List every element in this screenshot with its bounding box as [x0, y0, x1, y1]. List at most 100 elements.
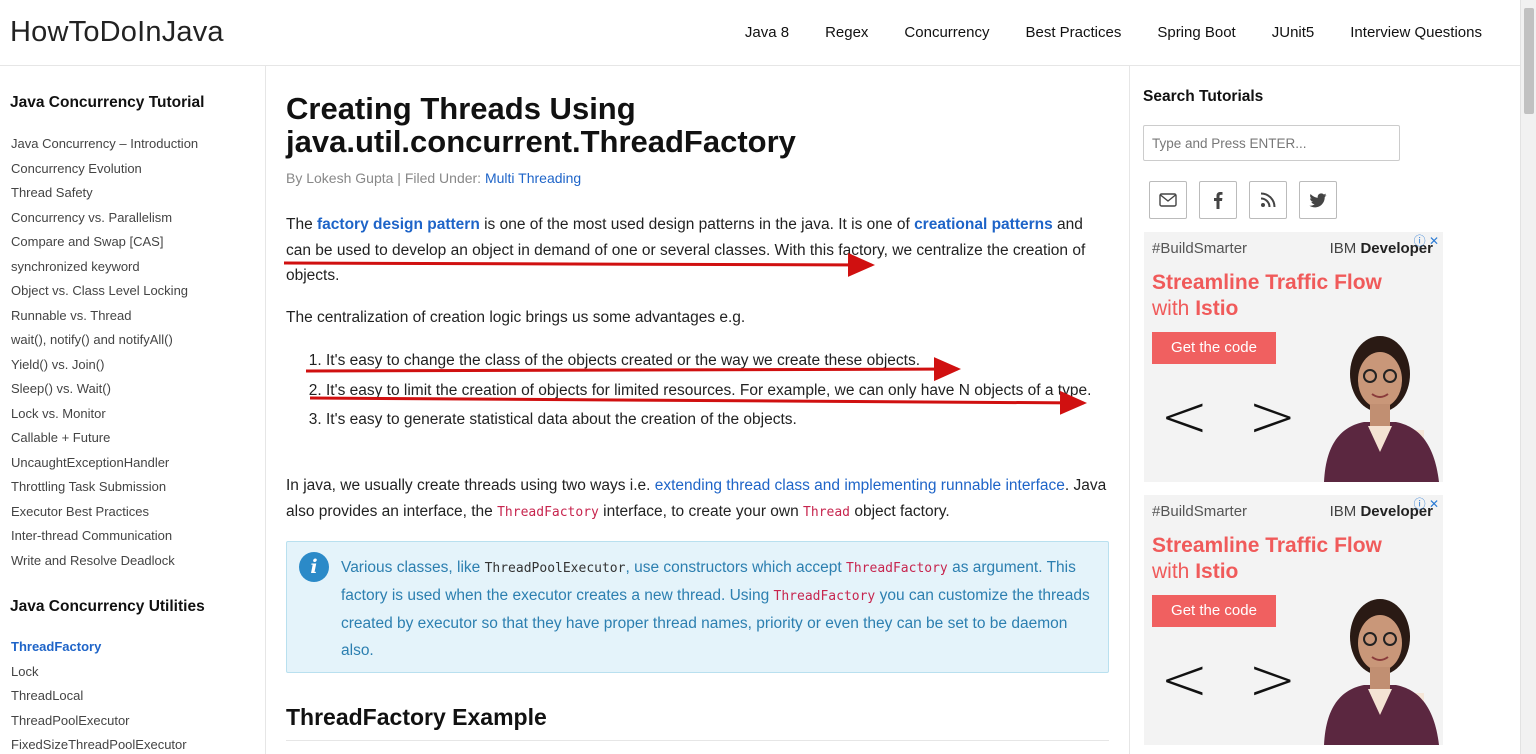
facebook-button[interactable]: [1199, 181, 1237, 219]
sidebar-item[interactable]: Object vs. Class Level Locking: [11, 279, 198, 304]
sidebar-item[interactable]: Write and Resolve Deadlock: [11, 549, 198, 574]
section-heading: ThreadFactory Example: [286, 704, 547, 730]
sidebar-item[interactable]: ThreadPoolExecutor: [11, 709, 187, 734]
page-title: Creating Threads Using java.util.concurr…: [286, 92, 1106, 158]
ad-prev-icon[interactable]: <: [1160, 645, 1209, 713]
twitter-icon: [1309, 192, 1327, 207]
nav-spring-boot[interactable]: Spring Boot: [1157, 24, 1235, 41]
sidebar-item[interactable]: Lock vs. Monitor: [11, 402, 198, 427]
code-threadfactory: ThreadFactory: [497, 504, 599, 520]
sidebar-item[interactable]: Lock: [11, 660, 187, 685]
sidebar-item[interactable]: Concurrency vs. Parallelism: [11, 206, 198, 231]
ad-headline-line1: Streamline Traffic Flow: [1152, 534, 1382, 557]
right-sidebar: Search Tutorials #BuildSmarter IBM Devel…: [1129, 66, 1504, 754]
text: The: [286, 216, 318, 233]
utilities-list: ThreadFactory Lock ThreadLocal ThreadPoo…: [11, 635, 187, 754]
divider: [286, 740, 1109, 741]
ad-person-image: [1324, 599, 1439, 745]
sidebar-item[interactable]: Executor Best Practices: [11, 500, 198, 525]
rss-button[interactable]: [1249, 181, 1287, 219]
tutorial-list: Java Concurrency – Introduction Concurre…: [11, 132, 198, 573]
ad-close-icon[interactable]: ⓘ ✕: [1414, 232, 1439, 249]
sidebar-item[interactable]: ThreadLocal: [11, 684, 187, 709]
ad-prev-icon[interactable]: <: [1160, 382, 1209, 450]
twitter-button[interactable]: [1299, 181, 1337, 219]
ad-brand-prefix: IBM: [1329, 240, 1361, 257]
sidebar-item[interactable]: wait(), notify() and notifyAll(): [11, 328, 198, 353]
sidebar-item[interactable]: Callable + Future: [11, 426, 198, 451]
sidebar-item[interactable]: Yield() vs. Join(): [11, 353, 198, 378]
sidebar-item[interactable]: synchronized keyword: [11, 255, 198, 280]
nav-best-practices[interactable]: Best Practices: [1025, 24, 1121, 41]
scrollbar-thumb[interactable]: [1524, 8, 1534, 114]
article: Creating Threads Using java.util.concurr…: [286, 66, 1110, 754]
top-nav: Java 8 Regex Concurrency Best Practices …: [709, 24, 1482, 41]
list-item: It's easy to change the class of the obj…: [326, 348, 1098, 374]
paragraph-3: In java, we usually create threads using…: [286, 473, 1110, 525]
ad-headline: Streamline Traffic Flow with Istio: [1152, 270, 1392, 322]
advantages-list: It's easy to change the class of the obj…: [308, 348, 1098, 437]
ad-close-icon[interactable]: ⓘ ✕: [1414, 495, 1439, 512]
code-threadpoolexecutor: ThreadPoolExecutor: [484, 561, 626, 576]
nav-interview-questions[interactable]: Interview Questions: [1350, 24, 1482, 41]
rss-icon: [1260, 192, 1276, 208]
factory-pattern-link[interactable]: factory design pattern: [317, 216, 480, 233]
search-input[interactable]: [1143, 125, 1400, 161]
text: interface, to create your own: [598, 502, 804, 520]
paragraph-1: The factory design pattern is one of the…: [286, 212, 1110, 289]
sidebar-item[interactable]: Sleep() vs. Wait(): [11, 377, 198, 402]
sidebar-item[interactable]: Inter-thread Communication: [11, 524, 198, 549]
text: object factory.: [850, 502, 950, 520]
ad-tag: #BuildSmarter: [1152, 240, 1248, 257]
ad-cta-button[interactable]: Get the code: [1152, 595, 1276, 627]
sidebar-item[interactable]: FixedSizeThreadPoolExecutor: [11, 733, 187, 754]
info-box: i Various classes, like ThreadPoolExecut…: [286, 541, 1109, 673]
sidebar-item[interactable]: Throttling Task Submission: [11, 475, 198, 500]
code-threadfactory: ThreadFactory: [846, 561, 948, 576]
list-item: It's easy to limit the creation of objec…: [326, 378, 1098, 404]
text: , use constructors which accept: [625, 559, 847, 576]
sidebar-section-title-tutorial: Java Concurrency Tutorial: [10, 94, 205, 111]
page-scrollbar[interactable]: [1520, 0, 1536, 754]
text: In java, we usually create threads using…: [286, 477, 655, 494]
paragraph-2: The centralization of creation logic bri…: [286, 309, 746, 326]
ad-headline: Streamline Traffic Flow with Istio: [1152, 533, 1392, 585]
nav-junit5[interactable]: JUnit5: [1272, 24, 1315, 41]
title-line-2: java.util.concurrent.ThreadFactory: [286, 124, 796, 159]
ad-headline-prefix: with: [1152, 560, 1196, 583]
ad-banner[interactable]: #BuildSmarter IBM Developer ⓘ ✕ Streamli…: [1144, 495, 1443, 745]
ad-banner[interactable]: #BuildSmarter IBM Developer ⓘ ✕ Streamli…: [1144, 232, 1443, 482]
nav-java8[interactable]: Java 8: [745, 24, 789, 41]
info-text: Various classes, like ThreadPoolExecutor…: [341, 554, 1093, 664]
title-line-1: Creating Threads Using: [286, 91, 636, 126]
sidebar-item[interactable]: Compare and Swap [CAS]: [11, 230, 198, 255]
sidebar-item[interactable]: Thread Safety: [11, 181, 198, 206]
byline: By Lokesh Gupta | Filed Under: Multi Thr…: [286, 170, 581, 186]
ad-headline-line1: Streamline Traffic Flow: [1152, 271, 1382, 294]
sidebar-item-active[interactable]: ThreadFactory: [11, 635, 187, 660]
code-thread: Thread: [803, 504, 851, 520]
sidebar-item[interactable]: Concurrency Evolution: [11, 157, 198, 182]
code-threadfactory: ThreadFactory: [773, 589, 876, 604]
sidebar-item[interactable]: Java Concurrency – Introduction: [11, 132, 198, 157]
info-icon: i: [299, 552, 329, 582]
category-link[interactable]: Multi Threading: [485, 170, 581, 186]
sidebar-item[interactable]: UncaughtExceptionHandler: [11, 451, 198, 476]
sidebar-item[interactable]: Runnable vs. Thread: [11, 304, 198, 329]
site-logo[interactable]: HowToDoInJava: [10, 16, 224, 49]
ad-headline-bold: Istio: [1195, 297, 1239, 320]
nav-concurrency[interactable]: Concurrency: [904, 24, 989, 41]
mail-icon: [1159, 193, 1177, 207]
left-sidebar: Java Concurrency Tutorial Java Concurren…: [0, 66, 266, 754]
ad-headline-prefix: with: [1152, 297, 1196, 320]
mail-button[interactable]: [1149, 181, 1187, 219]
ad-cta-button[interactable]: Get the code: [1152, 332, 1276, 364]
thread-ways-link[interactable]: extending thread class and implementing …: [655, 477, 1065, 494]
social-links: [1149, 181, 1337, 219]
ad-brand-prefix: IBM: [1329, 503, 1361, 520]
nav-regex[interactable]: Regex: [825, 24, 868, 41]
creational-patterns-link[interactable]: creational patterns: [914, 216, 1053, 233]
text: is one of the most used design patterns …: [479, 216, 915, 233]
text: Various classes, like: [341, 559, 485, 576]
ad-person-image: [1324, 336, 1439, 482]
